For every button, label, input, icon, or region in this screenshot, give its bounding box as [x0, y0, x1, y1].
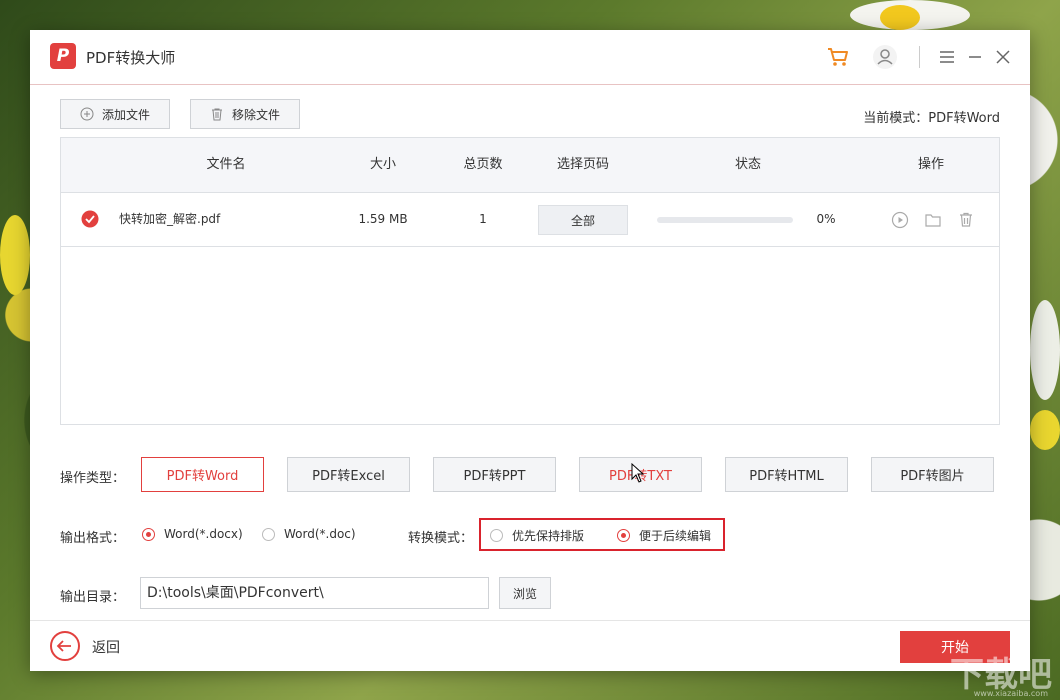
app-title: PDF转换大师: [86, 49, 176, 67]
background-flower: [1030, 410, 1060, 450]
output-dir-label: 输出目录：: [60, 590, 126, 605]
type-pdf-to-word-button[interactable]: PDF转Word: [141, 457, 264, 492]
type-pdf-to-html-button[interactable]: PDF转HTML: [725, 457, 848, 492]
minimize-icon[interactable]: [962, 44, 988, 70]
table-row[interactable]: 快转加密_解密.pdf 1.59 MB 1 全部 0%: [61, 193, 999, 247]
mode-easy-edit-label: 便于后续编辑: [639, 529, 712, 543]
radio-unselected-icon: [490, 529, 503, 542]
app-logo: P: [50, 43, 76, 69]
add-file-label: 添加文件: [101, 107, 150, 122]
header-actions: 操作: [917, 157, 944, 172]
convert-mode-label: 转换模式：: [408, 531, 474, 546]
back-button[interactable]: [50, 631, 80, 661]
header-status: 状态: [734, 157, 761, 172]
output-format-label: 输出格式：: [60, 531, 126, 546]
mode-easy-edit-radio[interactable]: 便于后续编辑: [617, 527, 711, 544]
type-pdf-to-image-button[interactable]: PDF转图片: [871, 457, 994, 492]
cart-icon[interactable]: [825, 44, 851, 70]
background-flower: [1030, 300, 1060, 400]
play-icon[interactable]: [891, 211, 909, 229]
type-pdf-to-ppt-button[interactable]: PDF转PPT: [433, 457, 556, 492]
progress-bar: [657, 217, 793, 223]
row-progress-text: 0%: [816, 212, 836, 226]
output-dir-input[interactable]: D:\tools\桌面\PDFconvert\: [140, 577, 489, 609]
remove-file-button[interactable]: 移除文件: [190, 99, 300, 129]
radio-selected-icon: [617, 529, 630, 542]
header-size: 大小: [369, 157, 396, 172]
watermark-url: www.xiazaiba.com: [973, 689, 1048, 698]
trash-icon: [211, 108, 222, 121]
header-pages: 总页数: [463, 157, 503, 172]
background-flower-center: [880, 5, 920, 30]
arrow-left-icon: [56, 640, 71, 652]
row-size: 1.59 MB: [358, 212, 408, 226]
title-bar: P PDF转换大师: [30, 30, 1030, 85]
folder-icon[interactable]: [924, 211, 942, 229]
row-checkbox[interactable]: [81, 193, 99, 246]
app-window: P PDF转换大师 添加文件 移除文件 当前模式：PDF转Word 文件名 大小…: [30, 30, 1030, 671]
header-page-select: 选择页码: [556, 157, 609, 172]
menu-icon[interactable]: [934, 44, 960, 70]
radio-selected-icon: [142, 527, 155, 541]
footer-bar: 返回 开始: [30, 620, 1030, 671]
file-table: 文件名 大小 总页数 选择页码 状态 操作 快转加密_解密.pdf 1.59 M…: [60, 137, 1000, 425]
operation-type-label: 操作类型：: [60, 471, 126, 486]
table-header: 文件名 大小 总页数 选择页码 状态 操作: [61, 138, 999, 193]
radio-unselected-icon: [262, 527, 275, 541]
mouse-cursor-icon: [631, 463, 645, 483]
format-doc-radio[interactable]: Word(*.doc): [262, 527, 356, 541]
mode-keep-layout-label: 优先保持排版: [512, 529, 585, 543]
titlebar-separator: [919, 46, 920, 68]
type-pdf-to-excel-button[interactable]: PDF转Excel: [287, 457, 410, 492]
user-icon[interactable]: [872, 44, 898, 70]
delete-icon[interactable]: [957, 211, 975, 229]
row-pages: 1: [479, 212, 487, 226]
check-circle-icon: [81, 210, 99, 228]
page-select-button[interactable]: 全部: [538, 205, 628, 235]
mode-keep-layout-radio[interactable]: 优先保持排版: [490, 527, 584, 544]
format-doc-label: Word(*.doc): [284, 527, 356, 541]
remove-file-label: 移除文件: [231, 107, 280, 122]
browse-label: 浏览: [512, 586, 537, 601]
header-filename: 文件名: [206, 157, 246, 172]
page-select-label: 全部: [570, 213, 595, 228]
format-docx-label: Word(*.docx): [164, 527, 243, 541]
plus-circle-icon: [80, 107, 94, 121]
add-file-button[interactable]: 添加文件: [60, 99, 170, 129]
close-icon[interactable]: [990, 44, 1016, 70]
background-flower: [0, 215, 30, 295]
browse-button[interactable]: 浏览: [499, 577, 551, 609]
current-mode-label: 当前模式：PDF转Word: [863, 111, 1000, 126]
row-filename: 快转加密_解密.pdf: [119, 212, 221, 226]
back-label[interactable]: 返回: [92, 637, 120, 657]
format-docx-radio[interactable]: Word(*.docx): [142, 527, 243, 541]
